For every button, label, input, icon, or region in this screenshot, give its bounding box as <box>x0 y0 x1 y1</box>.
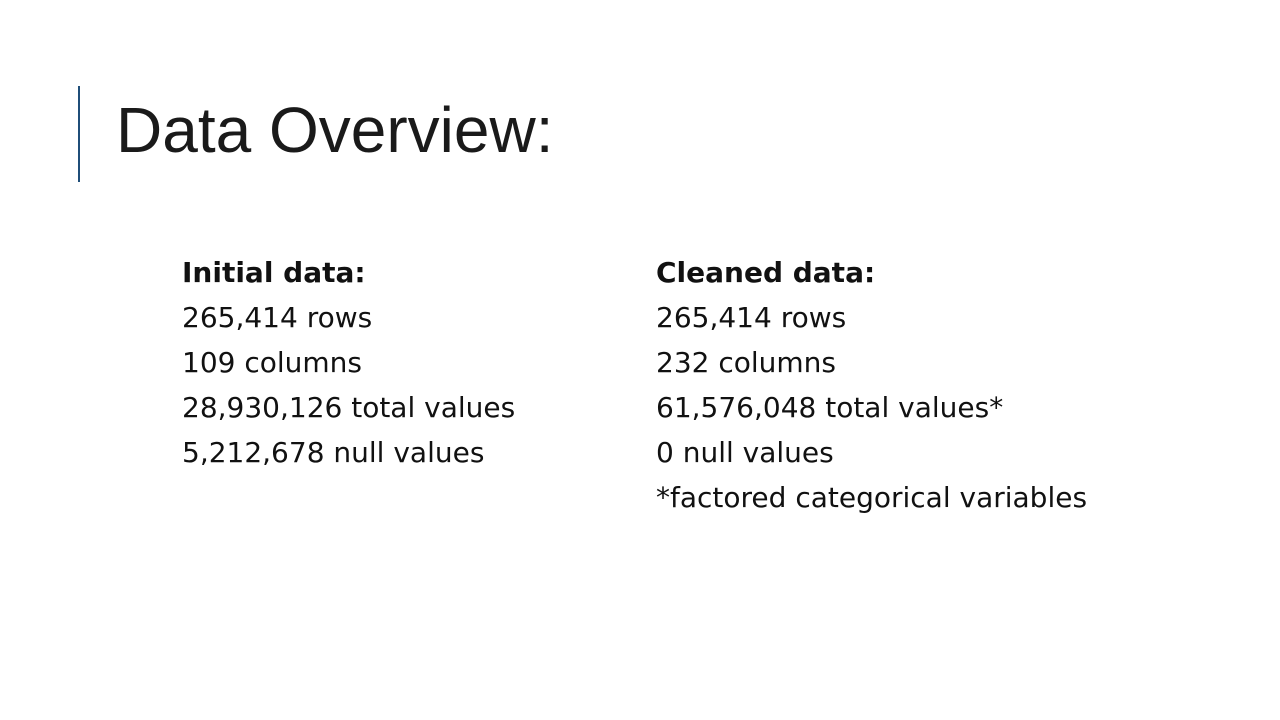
initial-rows: 265,414 rows <box>182 301 373 334</box>
cleaned-data-block: Cleaned data: 265,414 rows 232 columns 6… <box>656 250 1176 520</box>
initial-data-block: Initial data: 265,414 rows 109 columns 2… <box>182 250 612 475</box>
cleaned-columns: 232 columns <box>656 346 837 379</box>
title-accent-bar <box>78 86 80 182</box>
initial-data-heading: Initial data: <box>182 256 366 289</box>
cleaned-null-values: 0 null values <box>656 436 834 469</box>
initial-total-values: 28,930,126 total values <box>182 391 516 424</box>
slide: Data Overview: Initial data: 265,414 row… <box>0 0 1280 720</box>
cleaned-rows: 265,414 rows <box>656 301 847 334</box>
cleaned-total-values: 61,576,048 total values* <box>656 391 1004 424</box>
slide-title: Data Overview: <box>116 94 554 166</box>
initial-null-values: 5,212,678 null values <box>182 436 485 469</box>
initial-columns: 109 columns <box>182 346 363 379</box>
cleaned-data-heading: Cleaned data: <box>656 256 876 289</box>
cleaned-footnote: *factored categorical variables <box>656 481 1088 514</box>
